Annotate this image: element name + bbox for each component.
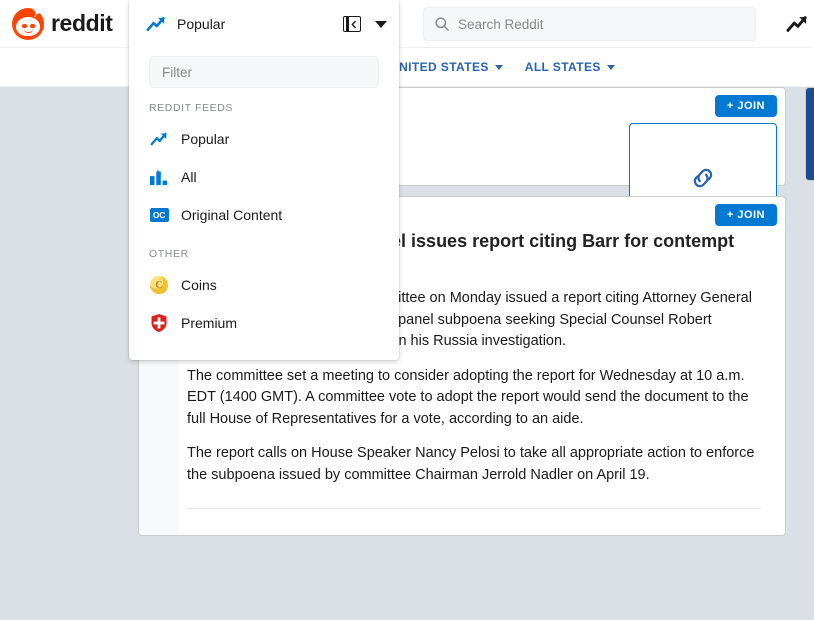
- search-placeholder-text: Search Reddit: [458, 16, 544, 32]
- bar-chart-icon: [149, 167, 169, 187]
- post-paragraph: The committee set a meeting to consider …: [187, 367, 749, 427]
- dropdown-item-label: Premium: [181, 315, 238, 331]
- link-chain-icon: [693, 168, 713, 188]
- dropdown-section-label-feeds: REDDIT FEEDS: [149, 102, 234, 114]
- dropdown-item-label: Popular: [181, 131, 230, 147]
- dropdown-header[interactable]: Popular: [129, 0, 399, 48]
- join-button[interactable]: + JOIN: [714, 95, 777, 117]
- dropdown-item-all[interactable]: All: [129, 158, 399, 196]
- subnav-item-united-states[interactable]: UNITED STATES: [390, 60, 503, 74]
- chevron-down-icon: [606, 64, 615, 70]
- search-icon: [435, 17, 449, 31]
- dropdown-item-label: Original Content: [181, 207, 283, 223]
- feed-selector-dropdown: Popular Filter REDDIT FEEDS Popular All …: [129, 0, 399, 360]
- reddit-snoo-icon: [12, 7, 44, 40]
- dropdown-item-premium[interactable]: Premium: [129, 304, 399, 342]
- trending-up-icon[interactable]: [786, 14, 808, 34]
- coin-icon: C: [149, 275, 169, 295]
- dropdown-item-coins[interactable]: C Coins: [129, 266, 399, 304]
- dropdown-item-original-content[interactable]: OC Original Content: [129, 196, 399, 234]
- search-input[interactable]: Search Reddit: [423, 7, 756, 41]
- trending-up-icon: [149, 129, 169, 149]
- page-body: hours ago 6 16 S 22: [0, 87, 814, 620]
- location-subnav: UNITED STATES ALL STATES: [0, 48, 814, 87]
- right-sidebar-card: [805, 87, 814, 181]
- dropdown-item-label: Coins: [181, 277, 217, 293]
- chevron-down-icon[interactable]: [375, 20, 387, 28]
- filter-placeholder-text: Filter: [162, 64, 192, 80]
- collapse-sidebar-icon[interactable]: [343, 16, 361, 32]
- premium-shield-icon: [149, 313, 169, 333]
- app-root: reddit Search Reddit UNITED STATES ALL S…: [0, 0, 814, 620]
- reddit-wordmark: reddit: [51, 10, 113, 36]
- oc-badge-icon: OC: [149, 205, 169, 225]
- subnav-item-all-states[interactable]: ALL STATES: [525, 60, 615, 74]
- trending-up-icon: [146, 16, 165, 32]
- post-paragraph: The report calls on House Speaker Nancy …: [187, 445, 755, 483]
- dropdown-current-label: Popular: [177, 16, 226, 32]
- right-sidebar-header: [806, 88, 814, 180]
- join-button[interactable]: + JOIN: [714, 204, 777, 227]
- chevron-down-icon: [494, 64, 503, 70]
- dropdown-section-label-other: OTHER: [149, 248, 189, 260]
- dropdown-item-popular[interactable]: Popular: [129, 120, 399, 158]
- reddit-home-logo[interactable]: reddit: [12, 7, 113, 40]
- dropdown-item-label: All: [181, 169, 197, 185]
- top-header-bar: reddit Search Reddit: [0, 0, 814, 48]
- subnav-label: ALL STATES: [524, 60, 601, 74]
- subnav-label: UNITED STATES: [390, 60, 489, 74]
- filter-input[interactable]: Filter: [149, 56, 379, 88]
